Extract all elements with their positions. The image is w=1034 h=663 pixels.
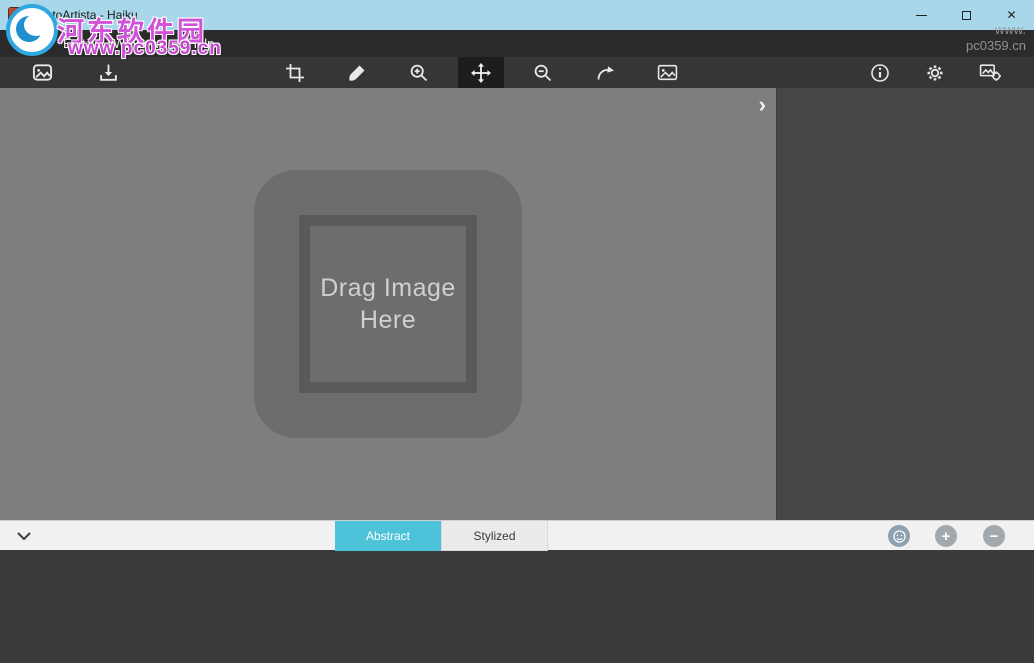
drop-zone-label: Drag Image Here [318,272,458,337]
toolbar [0,57,1034,88]
minimize-icon [916,15,927,16]
info-button[interactable] [860,57,900,88]
title-bar: PhotoArtista - Haiku ✕ [0,0,1034,30]
title-left: PhotoArtista - Haiku [0,7,138,23]
extras-icon [979,62,1002,83]
brush-tool-button[interactable] [334,57,380,88]
zoom-out-tool-button[interactable] [520,57,566,88]
maximize-button[interactable] [944,0,989,30]
minus-icon: − [990,528,999,545]
move-icon [471,63,491,83]
presets-panel [0,550,1034,663]
menu-help[interactable]: Help [188,36,215,51]
side-panel [776,88,1034,520]
tab-abstract[interactable]: Abstract [335,521,441,551]
toolbar-left-group [22,57,128,88]
close-icon: ✕ [1006,8,1016,22]
bottom-tab-bar: Abstract Stylized + − [0,520,1034,550]
face-preset-button[interactable] [888,525,910,547]
menu-file[interactable]: File [14,36,35,51]
chevron-down-icon [16,531,32,541]
thumbnail-zoom-in-button[interactable]: + [935,525,957,547]
image-drop-zone[interactable]: Drag Image Here [254,170,522,438]
toolbar-right-group [860,57,1010,88]
zoom-in-tool-button[interactable] [396,57,442,88]
redo-button[interactable] [582,57,628,88]
minimize-button[interactable] [899,0,944,30]
workspace: Drag Image Here › [0,88,1034,520]
crop-tool-button[interactable] [272,57,318,88]
preset-tabs: Abstract Stylized [335,521,548,551]
info-icon [870,63,890,83]
image-preview-button[interactable] [644,57,690,88]
maximize-icon [962,11,971,20]
photoartista-window: PhotoArtista - Haiku ✕ File Edit Window … [0,0,1034,663]
open-image-button[interactable] [22,57,62,88]
zoom-out-icon [533,63,553,83]
menu-window[interactable]: Window [113,36,159,51]
bottom-bar-actions: + − [874,521,1034,551]
panel-expander-button[interactable]: › [755,92,770,118]
gear-icon [925,63,945,83]
window-controls: ✕ [899,0,1034,30]
drop-zone-frame: Drag Image Here [299,215,477,393]
import-image-icon [98,62,119,83]
open-image-icon [32,62,53,83]
import-image-button[interactable] [88,57,128,88]
face-icon [892,529,907,544]
menu-edit[interactable]: Edit [63,36,85,51]
menu-bar: File Edit Window Help [0,30,1034,57]
app-icon [8,7,24,23]
window-title: PhotoArtista - Haiku [31,8,138,22]
close-button[interactable]: ✕ [989,0,1034,30]
extras-button[interactable] [970,57,1010,88]
tab-stylized[interactable]: Stylized [441,521,548,551]
thumbnail-zoom-out-button[interactable]: − [983,525,1005,547]
zoom-in-icon [409,63,429,83]
settings-button[interactable] [915,57,955,88]
plus-icon: + [942,528,951,545]
image-preview-icon [657,62,678,83]
toolbar-center-group [272,57,690,88]
crop-icon [285,63,305,83]
collapse-panel-button[interactable] [10,521,38,551]
canvas-area[interactable]: Drag Image Here › [0,88,776,520]
redo-icon [595,63,615,83]
move-tool-button[interactable] [458,57,504,88]
brush-icon [347,63,367,83]
